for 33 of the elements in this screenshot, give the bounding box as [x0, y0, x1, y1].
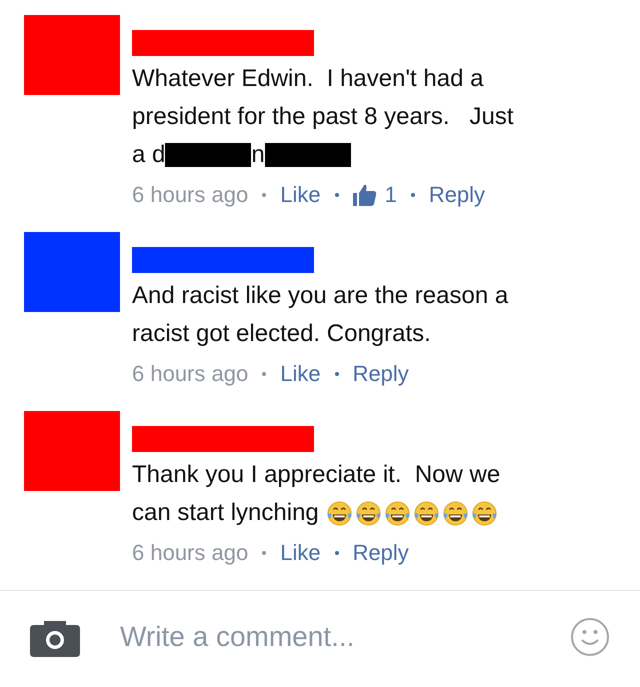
- reply-link[interactable]: Reply: [428, 180, 486, 210]
- comment-text: Whatever Edwin. I haven't had a: [132, 64, 484, 94]
- comment-text: n: [251, 140, 265, 170]
- laughing-emoji-icon: [355, 500, 382, 526]
- name-redaction-bar[interactable]: [132, 426, 314, 452]
- avatar[interactable]: [24, 411, 120, 491]
- laughing-emoji-icon: [326, 500, 354, 526]
- thumbs-up-icon: [352, 184, 377, 206]
- comment-text: And racist like you are the reason a: [132, 281, 508, 311]
- comment-text: president for the past 8 years. Just: [132, 102, 514, 132]
- reply-link[interactable]: Reply: [352, 359, 409, 389]
- like-link[interactable]: Like: [280, 359, 321, 389]
- laughing-emoji-icon: [413, 500, 440, 526]
- timestamp: 6 hours ago: [132, 181, 248, 209]
- comment-input-field[interactable]: Write a comment...: [120, 616, 570, 658]
- like-link[interactable]: Like: [280, 538, 321, 568]
- timestamp: 6 hours ago: [132, 539, 248, 567]
- laughing-emoji-icon: [384, 500, 412, 526]
- laughing-emoji-icon: [442, 500, 470, 526]
- avatar[interactable]: [24, 232, 120, 312]
- avatar[interactable]: [24, 15, 120, 95]
- reply-link[interactable]: Reply: [352, 538, 409, 568]
- comment-text: racist got elected. Congrats.: [132, 319, 431, 349]
- comment-text: a d: [132, 140, 166, 170]
- timestamp: 6 hours ago: [132, 360, 248, 388]
- comment-text: Thank you I appreciate it. Now we: [132, 460, 500, 490]
- name-redaction-bar[interactable]: [132, 30, 314, 56]
- name-redaction-bar[interactable]: [132, 247, 314, 273]
- like-count: 1: [384, 181, 397, 209]
- comment-text: can start lynching: [132, 498, 320, 528]
- smiley-icon[interactable]: [570, 617, 610, 657]
- laughing-emoji-icon: [471, 500, 498, 526]
- like-link[interactable]: Like: [280, 180, 321, 210]
